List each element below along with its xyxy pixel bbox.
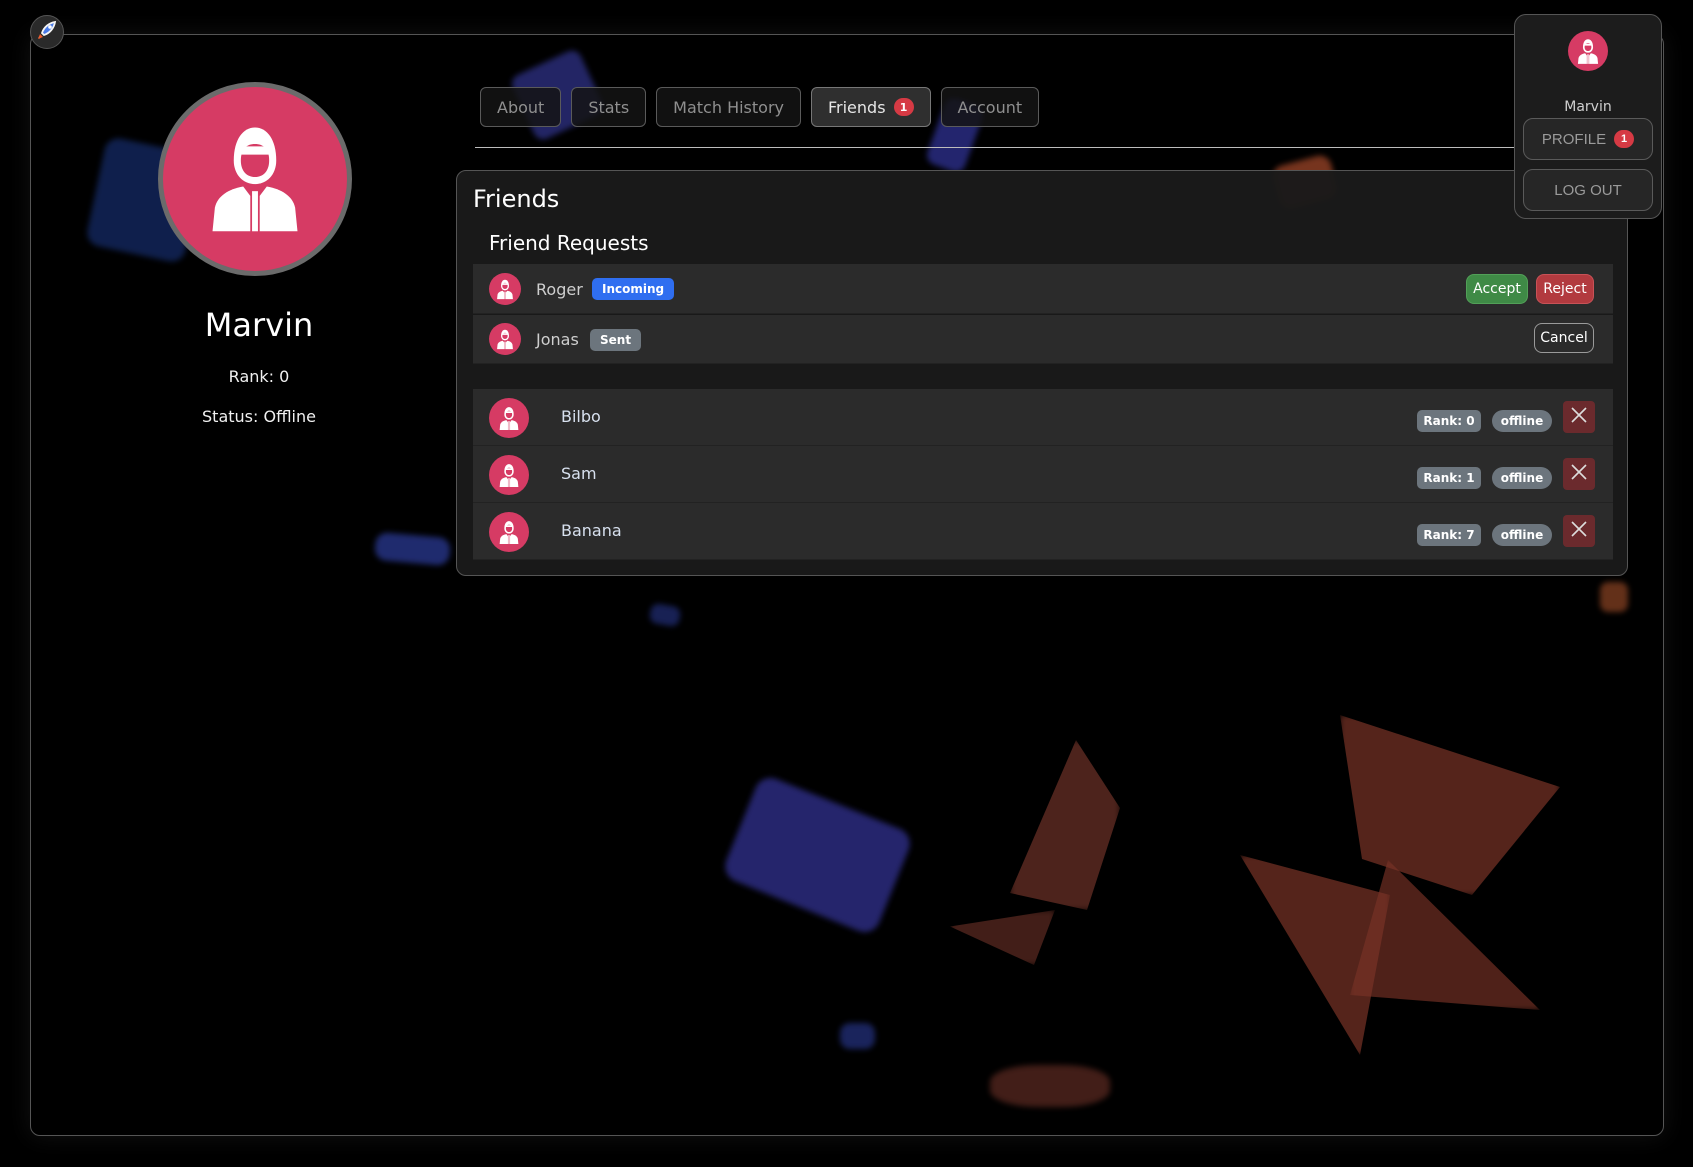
friend-requests-title: Friend Requests <box>489 231 649 255</box>
request-name: Roger <box>536 280 583 299</box>
status-badge: offline <box>1492 410 1552 432</box>
friend-name: Sam <box>561 464 597 483</box>
friend-request-row: Roger Incoming Accept Reject <box>473 264 1613 314</box>
tab-label: About <box>497 97 545 117</box>
friend-row[interactable]: Bilbo Rank: 0 offline <box>473 389 1613 446</box>
user-avatar-icon[interactable] <box>1568 31 1608 71</box>
user-avatar-icon <box>489 398 529 438</box>
friend-request-row: Jonas Sent Cancel <box>473 315 1613 364</box>
panel-title: Friends <box>473 185 560 213</box>
close-icon <box>1570 520 1588 542</box>
accept-button[interactable]: Accept <box>1466 274 1528 304</box>
reject-button[interactable]: Reject <box>1536 274 1594 304</box>
status-badge: offline <box>1492 467 1552 489</box>
profile-tabs: About Stats Match History Friends 1 Acco… <box>480 87 1040 127</box>
friend-name: Bilbo <box>561 407 601 426</box>
tab-label: Friends <box>827 97 886 117</box>
logout-label: LOG OUT <box>1554 181 1622 199</box>
tab-match-history[interactable]: Match History <box>656 87 801 127</box>
remove-friend-button[interactable] <box>1563 515 1595 547</box>
tab-friends[interactable]: Friends 1 <box>810 87 931 127</box>
sent-badge: Sent <box>590 329 642 351</box>
status-badge: offline <box>1492 524 1552 546</box>
close-icon <box>1570 406 1588 428</box>
rank-badge: Rank: 0 <box>1417 410 1481 432</box>
close-icon <box>1570 463 1588 485</box>
friend-row[interactable]: Sam Rank: 1 offline <box>473 446 1613 503</box>
user-avatar-icon <box>196 118 314 240</box>
rank-badge: Rank: 1 <box>1417 467 1481 489</box>
profile-label: PROFILE <box>1541 130 1607 148</box>
friend-row[interactable]: Banana Rank: 7 offline <box>473 503 1613 560</box>
remove-friend-button[interactable] <box>1563 401 1595 433</box>
user-avatar-icon <box>489 323 521 355</box>
notification-badge: 1 <box>1614 130 1635 148</box>
menu-username: Marvin <box>1564 99 1612 115</box>
profile-button[interactable]: PROFILE 1 <box>1523 118 1653 160</box>
logout-button[interactable]: LOG OUT <box>1523 169 1653 211</box>
rank-badge: Rank: 7 <box>1417 524 1481 546</box>
request-name: Jonas <box>536 330 579 349</box>
tab-stats[interactable]: Stats <box>571 87 647 127</box>
tab-label: Stats <box>588 97 630 117</box>
incoming-badge: Incoming <box>592 278 675 300</box>
friend-name: Banana <box>561 521 622 540</box>
user-avatar-icon <box>489 512 529 552</box>
tab-account[interactable]: Account <box>940 87 1040 127</box>
tabs-divider <box>475 147 1517 148</box>
user-avatar-icon <box>489 455 529 495</box>
remove-friend-button[interactable] <box>1563 458 1595 490</box>
tab-about[interactable]: About <box>480 87 562 127</box>
cancel-button[interactable]: Cancel <box>1534 323 1594 353</box>
rocket-icon <box>35 18 59 46</box>
profile-status: Status: Offline <box>202 407 316 426</box>
friends-panel: Friends Friend Requests Roger Incoming A… <box>456 170 1628 576</box>
profile-rank: Rank: 0 <box>228 367 290 386</box>
notification-badge: 1 <box>893 98 914 116</box>
profile-avatar <box>158 82 352 276</box>
user-avatar-icon <box>489 273 521 305</box>
profile-name: Marvin <box>204 306 314 344</box>
app-logo[interactable] <box>30 15 64 49</box>
tab-label: Match History <box>673 97 784 117</box>
tab-label: Account <box>957 97 1023 117</box>
user-menu: Marvin PROFILE 1 LOG OUT <box>1514 14 1662 219</box>
